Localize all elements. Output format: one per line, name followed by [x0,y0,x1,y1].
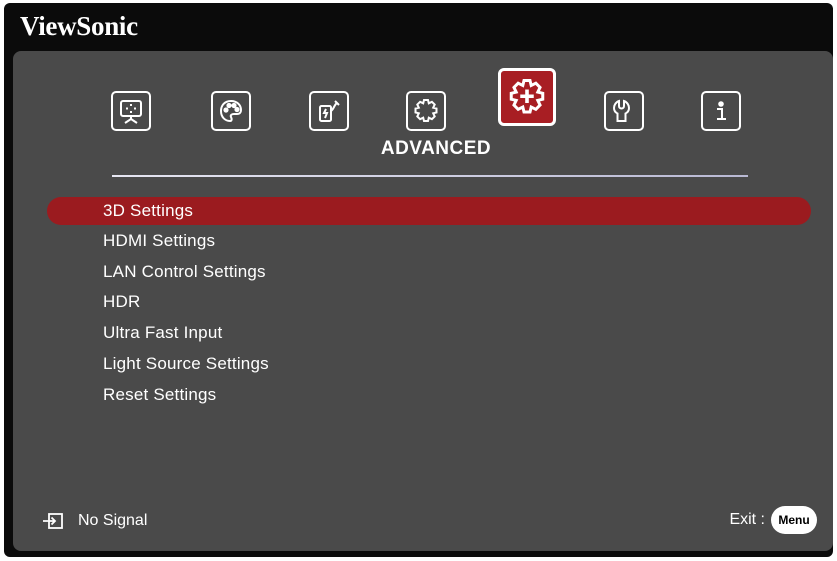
tab-picture[interactable] [211,91,251,131]
osd-panel: ADVANCED 3D Settings HDMI Settings LAN C… [13,51,833,551]
osd-window: ViewSonic ADVANCED 3D Settings HDMI Sett… [4,3,833,557]
gear-icon [414,99,438,122]
signal-status: No Signal [42,510,147,532]
menu-item-3d-settings[interactable]: 3D Settings [47,197,811,225]
tab-information[interactable] [701,91,741,131]
tab-system[interactable] [604,91,644,131]
menu-item-reset-settings[interactable]: Reset Settings [47,381,811,409]
brand-logo: ViewSonic [20,11,138,41]
active-tab-title: ADVANCED [380,138,492,159]
menu-item-lan-control-settings[interactable]: LAN Control Settings [47,258,811,286]
info-icon [717,101,726,120]
display-icon [120,100,142,124]
menu-item-light-source-settings[interactable]: Light Source Settings [47,350,811,378]
tab-basic[interactable] [406,91,446,131]
menu-item-ultra-fast-input[interactable]: Ultra Fast Input [47,319,811,347]
input-source-icon [43,513,63,529]
tab-display[interactable] [111,91,151,131]
advanced-gear-plus-icon [509,79,545,114]
signal-status-label: No Signal [78,512,148,529]
tab-advanced[interactable] [498,68,556,126]
wrench-icon [612,99,631,122]
divider [112,175,748,177]
power-plug-icon [319,100,340,122]
exit-hint: Exit : Menu [729,506,817,534]
menu-item-hdmi-settings[interactable]: HDMI Settings [47,227,811,255]
menu-item-hdr[interactable]: HDR [47,288,811,316]
palette-icon [219,99,243,123]
exit-label: Exit : [729,511,765,528]
tab-power[interactable] [309,91,349,131]
menu-button[interactable]: Menu [771,506,817,534]
